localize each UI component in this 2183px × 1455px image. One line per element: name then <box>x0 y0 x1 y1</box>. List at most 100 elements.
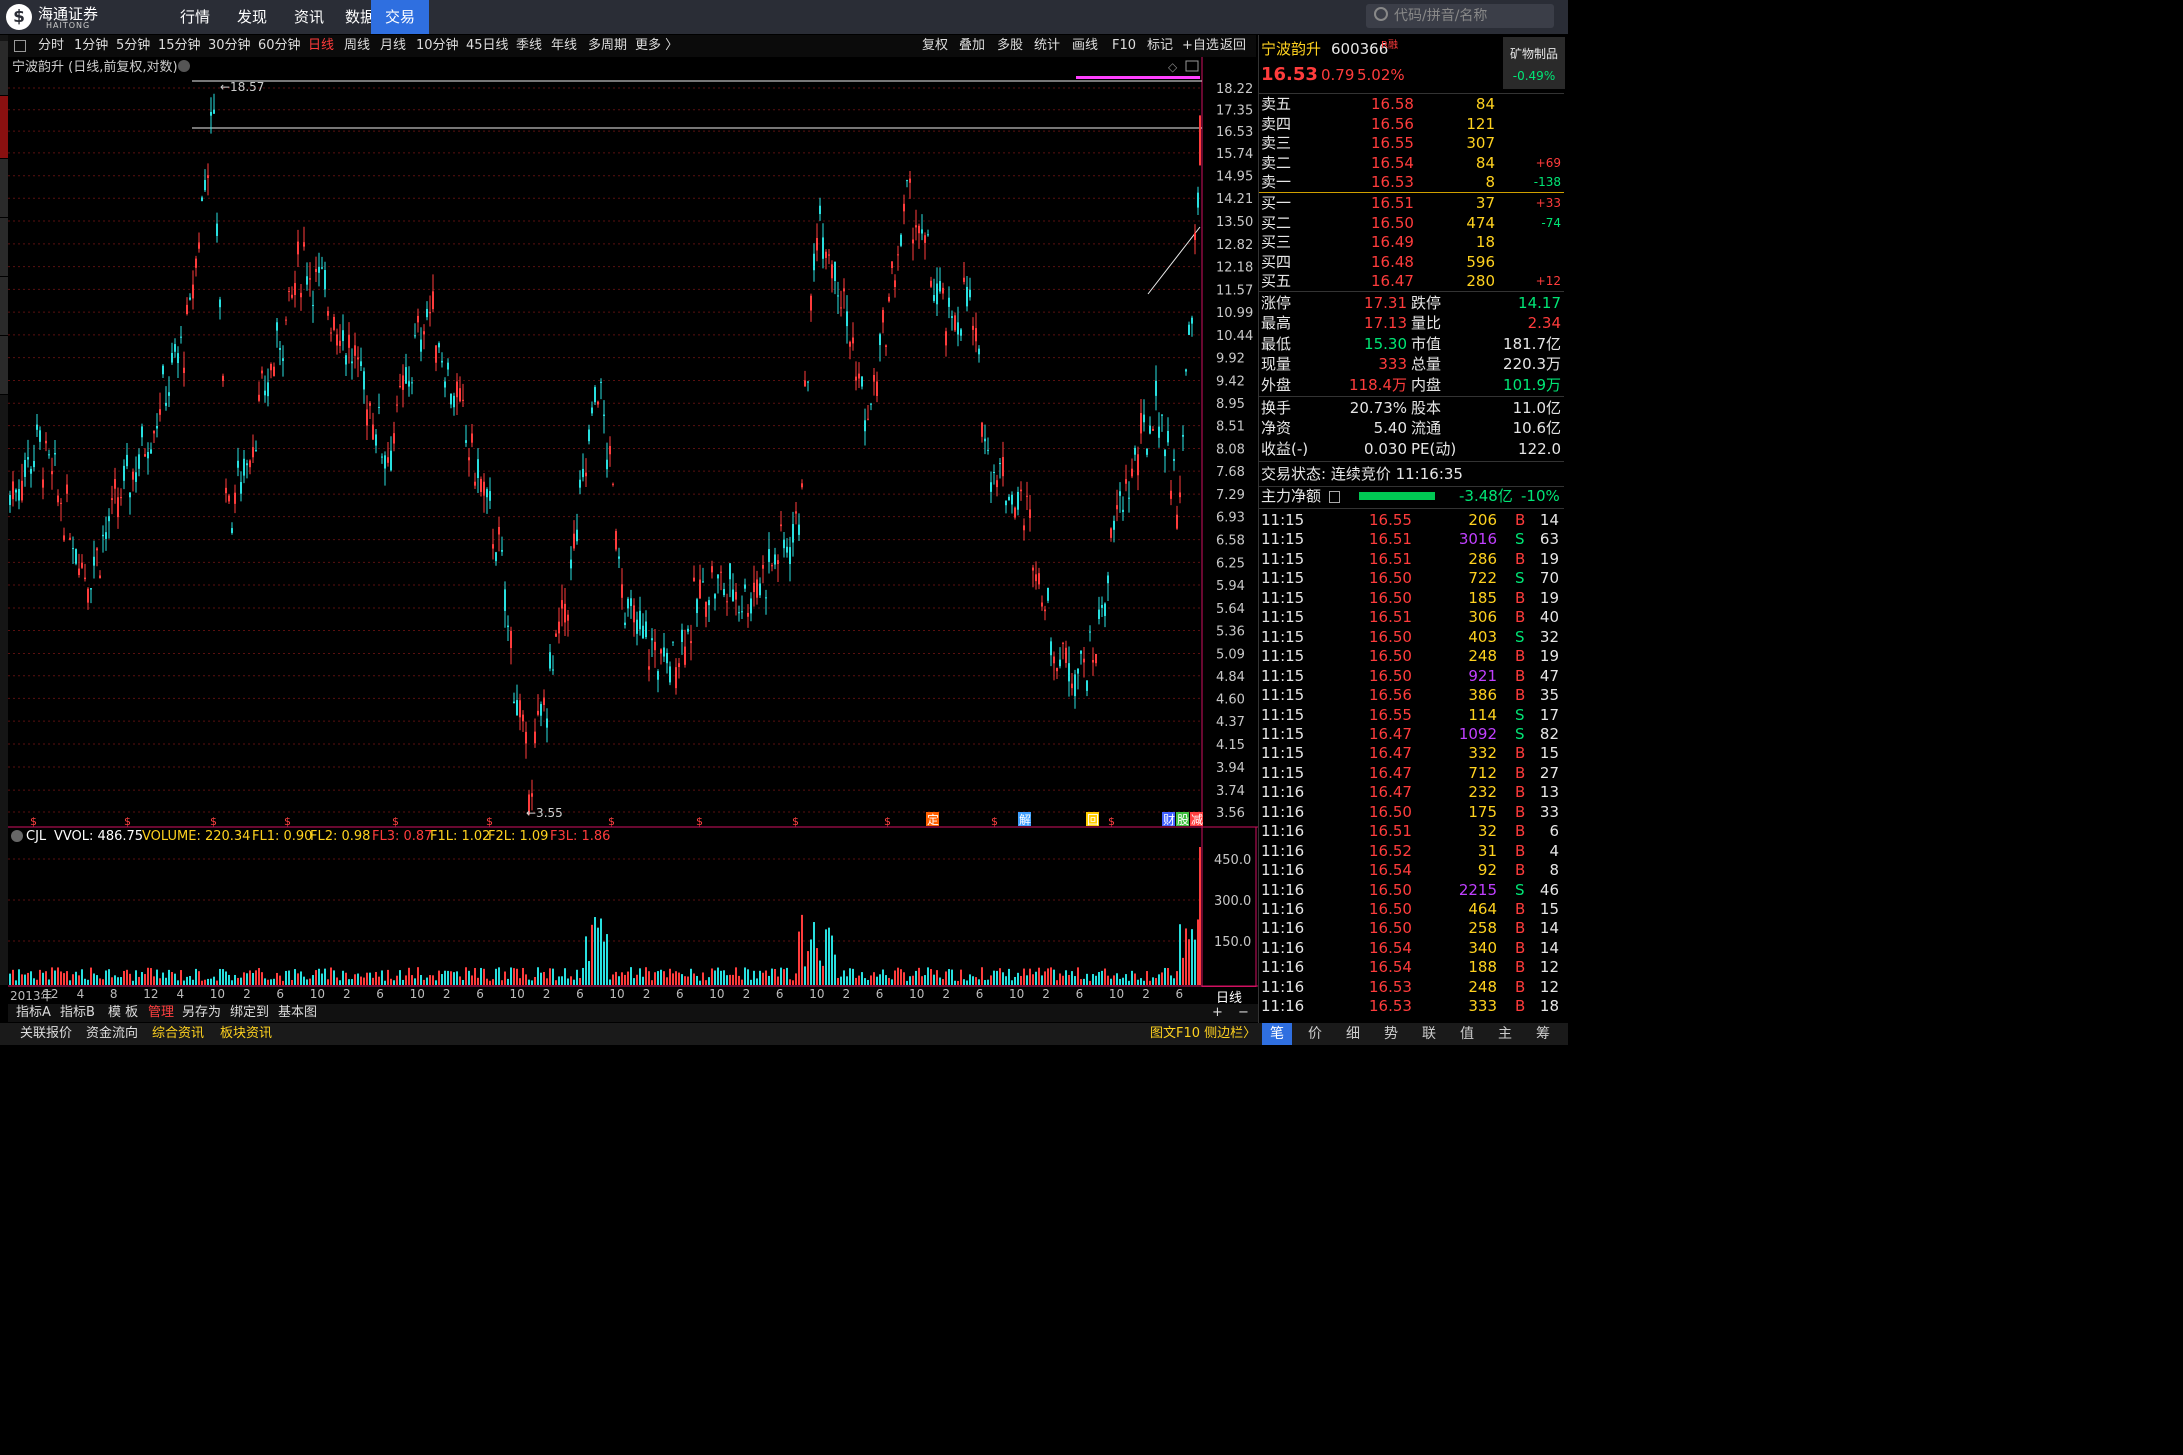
indicator-tool-3[interactable]: 管理 <box>148 1004 174 1022</box>
candle-body <box>621 584 623 598</box>
candle-body <box>18 489 20 501</box>
nav-tab-2[interactable]: 资讯 <box>280 0 338 34</box>
trend-line <box>1147 226 1201 295</box>
volume-bar <box>645 967 647 985</box>
tool-6[interactable]: 标记 <box>1147 35 1173 57</box>
period-13[interactable]: 多周期 <box>588 35 627 57</box>
nav-tab-1[interactable]: 发现 <box>223 0 281 34</box>
tool-0[interactable]: 复权 <box>922 35 948 57</box>
volume-bar <box>219 968 221 985</box>
indicator-tool-1[interactable]: 指标B <box>60 1004 95 1022</box>
document-icon[interactable] <box>1329 491 1340 503</box>
nav-tab-0[interactable]: 行情 <box>166 0 224 34</box>
f10-sidebar-toggle[interactable]: 图文F10 侧边栏〉 <box>1150 1023 1256 1045</box>
period-1[interactable]: 1分钟 <box>74 35 108 57</box>
divider <box>1259 461 1564 462</box>
volume-bar <box>873 972 875 985</box>
period-6[interactable]: 日线 <box>308 35 334 57</box>
stat-value: 17.31 <box>1364 294 1407 312</box>
panel-tab-5[interactable]: 值 <box>1452 1023 1482 1045</box>
panel-tab-7[interactable]: 筹 <box>1528 1023 1558 1045</box>
side-tab-active[interactable] <box>0 96 8 159</box>
period-3[interactable]: 15分钟 <box>158 35 201 57</box>
side-tab-3[interactable] <box>0 159 8 218</box>
zoom-in-icon[interactable]: + <box>1212 1004 1223 1022</box>
candle-body <box>306 276 308 285</box>
quote-panel: 宁波韵升 600366 R融 矿物制品 -0.49% 16.53 0.79 5.02% 卖五 16… <box>1258 35 1569 1023</box>
side-tab-5[interactable] <box>0 277 8 336</box>
trade-status-row: 交易状态: 连续竞价 11:16:35 <box>1259 464 1564 484</box>
indicator-tool-6[interactable]: 基本图 <box>278 1004 317 1022</box>
tick-side: B <box>1515 647 1526 666</box>
side-tab-6[interactable] <box>0 336 8 395</box>
candle-body <box>1086 680 1088 691</box>
tool-7[interactable]: +自选 <box>1182 35 1219 57</box>
indicator-tool-2[interactable]: 模 板 <box>108 1004 138 1022</box>
side-tab-1[interactable] <box>0 41 8 96</box>
period-11[interactable]: 季线 <box>516 35 542 57</box>
period-12[interactable]: 年线 <box>551 35 577 57</box>
indicator-tool-4[interactable]: 另存为 <box>182 1004 221 1022</box>
zoom-out-icon[interactable]: − <box>1238 1004 1249 1022</box>
period-8[interactable]: 月线 <box>380 35 406 57</box>
indicator-tool-0[interactable]: 指标A <box>16 1004 51 1022</box>
tool-3[interactable]: 统计 <box>1034 35 1060 57</box>
tool-8[interactable]: 返回 <box>1220 35 1246 57</box>
candle-body <box>123 465 125 481</box>
tick-count: 33 <box>1539 802 1559 821</box>
info-tab-2[interactable]: 综合资讯 <box>152 1023 204 1045</box>
price-tick: 12.18 <box>1216 261 1253 276</box>
info-tab-3[interactable]: 板块资讯 <box>220 1023 272 1045</box>
kline-chart[interactable]: 宁波韵升 (日线,前复权,对数) ◇ 18.22 17.35 16.53 15.74 14.… <box>8 57 1258 987</box>
candle-body <box>1131 468 1133 477</box>
panel-tab-0[interactable]: 笔 <box>1262 1023 1292 1045</box>
tool-5[interactable]: F10 <box>1112 35 1136 57</box>
tool-1[interactable]: 叠加 <box>959 35 985 57</box>
period-14[interactable]: 更多 〉 <box>635 35 678 57</box>
candle-body <box>1194 232 1196 240</box>
panel-tab-3[interactable]: 势 <box>1376 1023 1406 1045</box>
candle-body <box>1149 425 1151 434</box>
candle-body <box>867 418 869 420</box>
price-tick: 15.74 <box>1216 147 1253 162</box>
period-9[interactable]: 10分钟 <box>416 35 459 57</box>
panel-tab-1[interactable]: 价 <box>1300 1023 1330 1045</box>
search-placeholder: 代码/拼音/名称 <box>1394 8 1488 24</box>
period-0[interactable]: 分时 <box>38 35 64 57</box>
period-tag[interactable]: 日线 <box>1216 987 1242 1006</box>
candle-body <box>396 404 398 406</box>
layout-toggle-icon[interactable] <box>14 40 26 52</box>
price-tick: 17.35 <box>1216 104 1253 119</box>
period-2[interactable]: 5分钟 <box>116 35 150 57</box>
period-7[interactable]: 周线 <box>344 35 370 57</box>
high-label: ←18.57 <box>220 80 264 94</box>
panel-tab-4[interactable]: 联 <box>1414 1023 1444 1045</box>
period-10[interactable]: 45日线 <box>466 35 509 57</box>
tick-side: B <box>1515 686 1526 705</box>
price-tick: 8.08 <box>1216 443 1245 458</box>
bid-label: 买三 <box>1261 233 1292 252</box>
indicator-tool-5[interactable]: 绑定到 <box>230 1004 269 1022</box>
volume-bar <box>729 974 731 985</box>
info-tab-0[interactable]: 关联报价 <box>20 1023 72 1045</box>
info-tab-1[interactable]: 资金流向 <box>86 1023 138 1045</box>
stock-search-input[interactable]: 代码/拼音/名称 <box>1366 4 1554 28</box>
candle-body <box>600 381 602 383</box>
nav-tab-4[interactable]: 交易 <box>371 0 430 34</box>
tick-side: B <box>1515 900 1526 918</box>
panel-tab-2[interactable]: 细 <box>1338 1023 1368 1045</box>
volume-bar <box>681 974 683 985</box>
period-5[interactable]: 60分钟 <box>258 35 301 57</box>
period-4[interactable]: 30分钟 <box>208 35 251 57</box>
candle-body <box>699 579 701 599</box>
volume-bar <box>411 975 413 985</box>
panel-tab-6[interactable]: 主 <box>1490 1023 1520 1045</box>
tool-2[interactable]: 多股 <box>997 35 1023 57</box>
tool-4[interactable]: 画线 <box>1072 35 1098 57</box>
volume-bar <box>54 970 56 985</box>
volume-bar <box>1173 978 1175 985</box>
volume-bar <box>339 980 341 985</box>
volume-bar <box>1161 972 1163 985</box>
volume-bar <box>300 971 302 985</box>
side-tab-4[interactable] <box>0 218 8 277</box>
